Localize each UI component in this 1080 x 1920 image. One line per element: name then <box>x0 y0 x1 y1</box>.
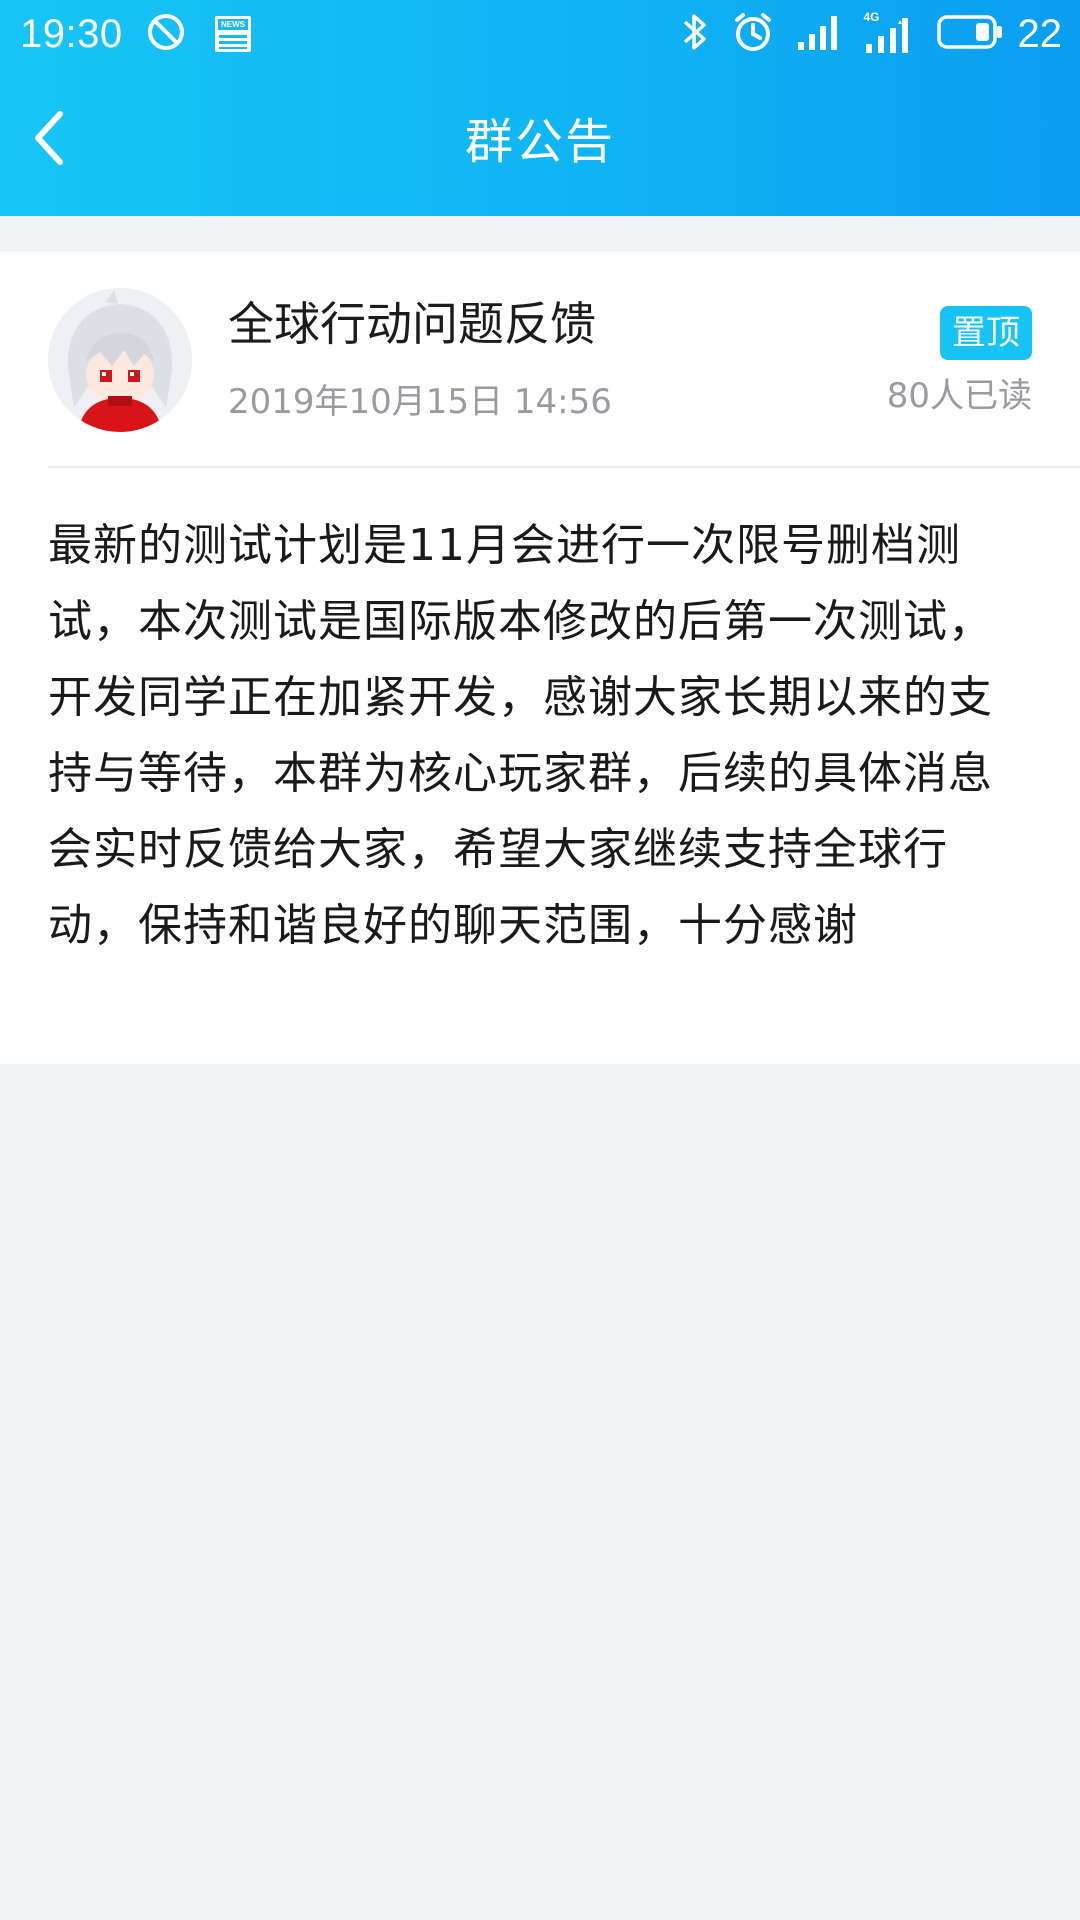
avatar-image <box>48 288 192 432</box>
status-right-icons: 4G 22 <box>680 10 1063 58</box>
pinned-badge: 置顶 <box>940 306 1032 360</box>
status-bar: 19:30 NEWS 4G 22 <box>0 0 1080 68</box>
avatar[interactable] <box>48 288 192 432</box>
post-timestamp: 2019年10月15日 14:56 <box>228 382 612 422</box>
status-left-icons: NEWS <box>146 12 252 57</box>
status-time: 19:30 <box>20 12 123 56</box>
divider <box>48 466 1080 468</box>
alarm-icon <box>732 11 774 58</box>
header: 19:30 NEWS 4G 22 群公告 <box>0 0 1080 216</box>
do-not-disturb-icon <box>146 12 186 57</box>
signal-4g-icon: 4G <box>864 10 914 56</box>
page-title: 群公告 <box>464 114 615 170</box>
title-bar: 群公告 <box>0 68 1080 216</box>
battery-level: 22 <box>1017 12 1063 56</box>
back-button[interactable] <box>18 106 78 170</box>
author-name: 全球行动问题反馈 <box>228 297 596 351</box>
bluetooth-icon <box>680 11 710 58</box>
battery-icon <box>936 14 1004 55</box>
news-icon-label: NEWS <box>221 20 245 29</box>
read-count[interactable]: 80人已读 <box>887 374 1032 418</box>
chevron-left-icon <box>35 111 63 165</box>
announcement-body: 最新的测试计划是11月会进行一次限号删档测试，本次测试是国际版本修改的后第一次测… <box>48 520 993 951</box>
signal-icon <box>796 12 842 57</box>
news-icon: NEWS <box>214 15 252 53</box>
announcement-card: 全球行动问题反馈 2019年10月15日 14:56 置顶 80人已读 最新的测… <box>0 252 1080 1064</box>
